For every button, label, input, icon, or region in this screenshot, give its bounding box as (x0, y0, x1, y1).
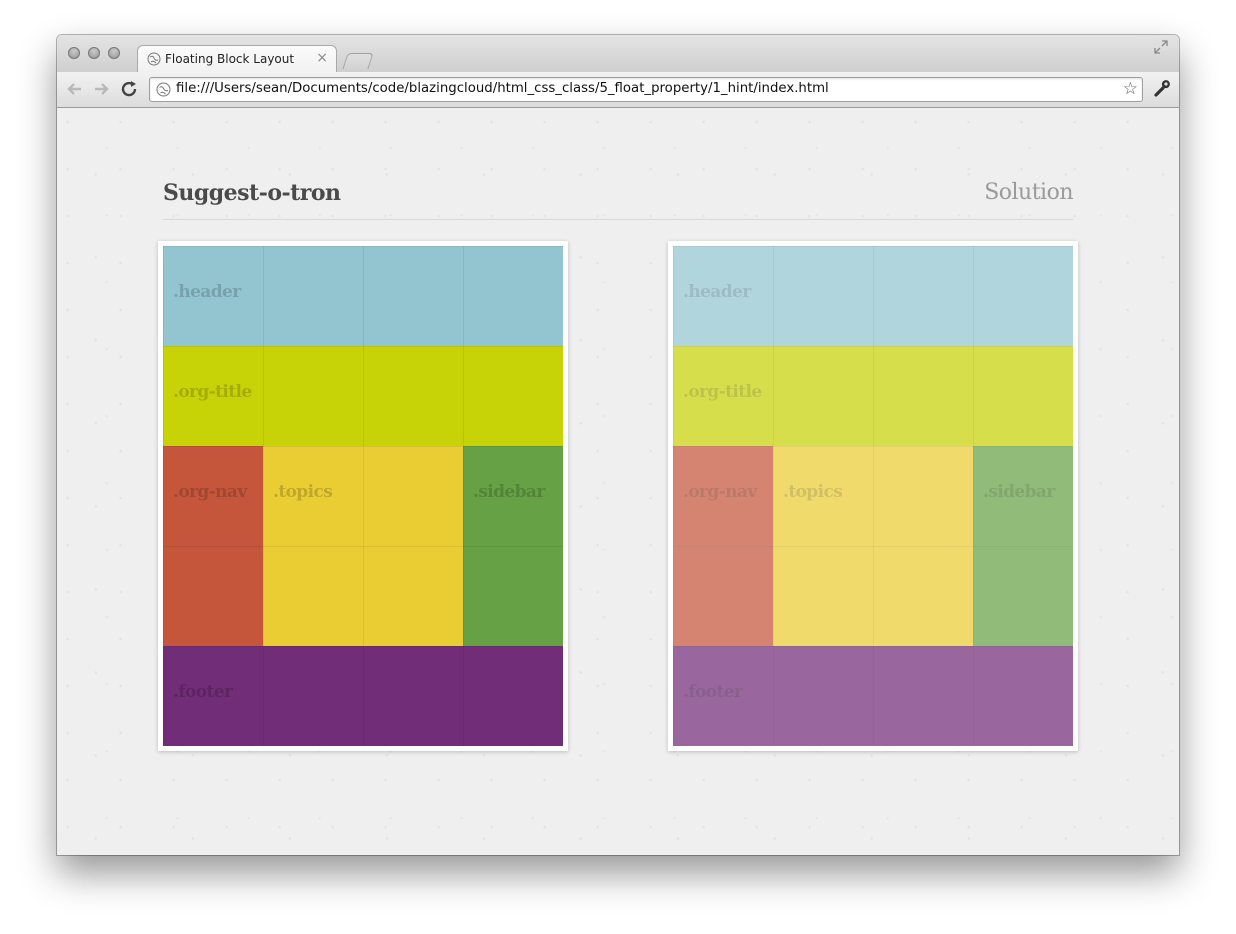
header-block: .header (163, 246, 563, 346)
divider (163, 219, 1073, 220)
browser-window: Floating Block Layout × file:///Users/se… (57, 35, 1179, 855)
footer-block: .footer (163, 646, 563, 746)
window-controls (68, 47, 120, 59)
block-label: .header (173, 282, 241, 302)
browser-toolbar: file:///Users/sean/Documents/code/blazin… (57, 72, 1179, 108)
block-label: .sidebar (983, 482, 1055, 502)
exercise-panel: .header .org-title .org-nav .topics .sid… (158, 241, 568, 751)
block-label: .org-title (683, 382, 762, 402)
new-tab-button[interactable] (342, 53, 374, 69)
url-text: file:///Users/sean/Documents/code/blazin… (176, 81, 829, 96)
org-title-block: .org-title (673, 346, 1073, 446)
tab-close-icon[interactable]: × (316, 50, 328, 66)
block-label: .sidebar (473, 482, 545, 502)
browser-tab[interactable]: Floating Block Layout × (137, 45, 337, 73)
block-label: .org-nav (683, 482, 757, 502)
exercise-layout: .header .org-title .org-nav .topics .sid… (163, 246, 563, 746)
reload-icon[interactable] (120, 80, 140, 98)
block-label: .org-title (173, 382, 252, 402)
org-nav-block: .org-nav (673, 446, 773, 646)
topics-block: .topics (263, 446, 463, 646)
header-block: .header (673, 246, 1073, 346)
sidebar-block: .sidebar (973, 446, 1073, 646)
block-label: .topics (783, 482, 843, 502)
org-title-block: .org-title (163, 346, 563, 446)
topics-block: .topics (773, 446, 973, 646)
block-label: .topics (273, 482, 333, 502)
block-label: .header (683, 282, 751, 302)
org-nav-block: .org-nav (163, 446, 263, 646)
minimize-light[interactable] (88, 47, 100, 59)
page-info-icon[interactable] (156, 82, 171, 97)
tab-title: Floating Block Layout (165, 52, 295, 66)
block-label: .footer (173, 682, 233, 702)
solution-label: Solution (984, 180, 1073, 205)
block-label: .footer (683, 682, 743, 702)
globe-icon (147, 52, 161, 66)
close-light[interactable] (68, 47, 80, 59)
solution-layout: .header .org-title .org-nav .topics .sid… (673, 246, 1073, 746)
back-arrow-icon[interactable] (65, 80, 85, 98)
footer-block: .footer (673, 646, 1073, 746)
tab-strip: Floating Block Layout × (57, 35, 1179, 73)
fullscreen-icon[interactable] (1153, 39, 1169, 55)
zoom-light[interactable] (108, 47, 120, 59)
wrench-icon[interactable] (1153, 79, 1171, 97)
page-content: Suggest-o-tron Solution .header .org-tit… (57, 108, 1179, 855)
solution-panel: .header .org-title .org-nav .topics .sid… (668, 241, 1078, 751)
sidebar-block: .sidebar (463, 446, 563, 646)
block-label: .org-nav (173, 482, 247, 502)
forward-arrow-icon[interactable] (91, 80, 111, 98)
address-bar[interactable]: file:///Users/sean/Documents/code/blazin… (149, 77, 1143, 102)
page-title: Suggest-o-tron (163, 180, 341, 206)
star-icon[interactable]: ☆ (1123, 79, 1138, 99)
